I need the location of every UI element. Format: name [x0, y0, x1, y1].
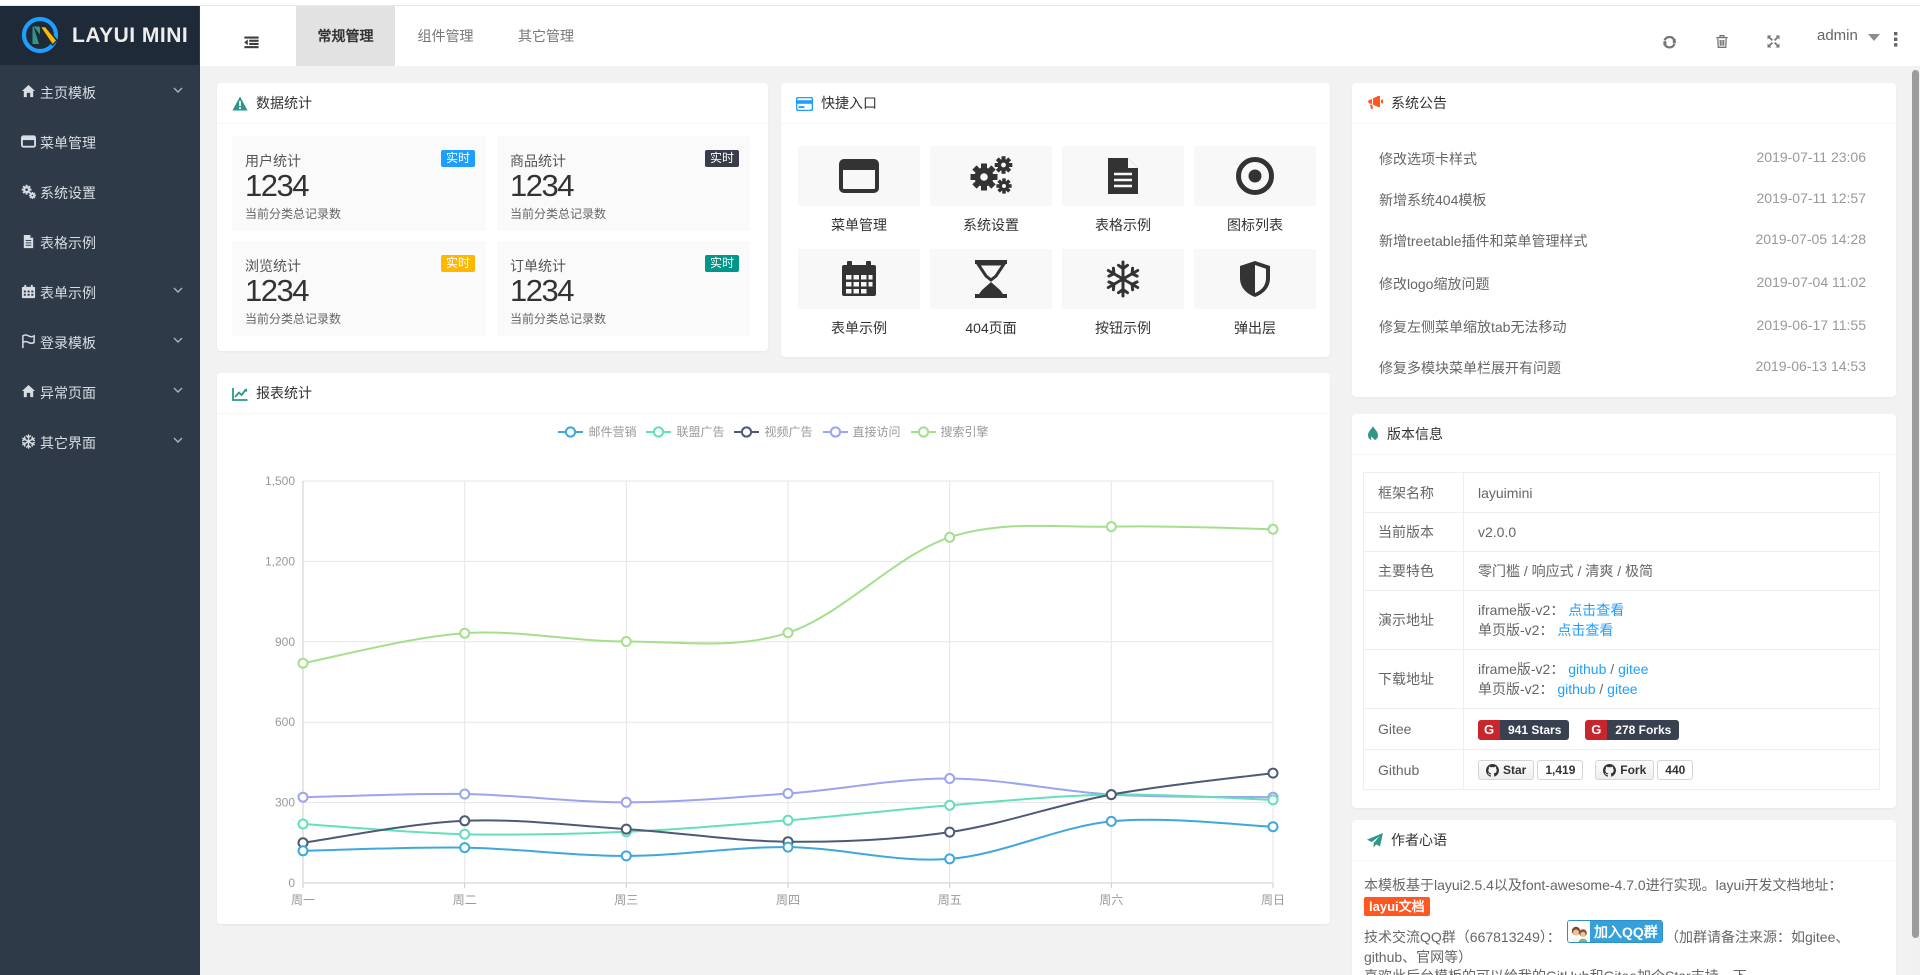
svg-text:0: 0 — [288, 876, 295, 890]
svg-text:900: 900 — [275, 635, 295, 649]
svg-text:周六: 周六 — [1099, 893, 1123, 907]
svg-text:周五: 周五 — [938, 893, 962, 907]
svg-text:1,200: 1,200 — [265, 554, 295, 568]
svg-text:周一: 周一 — [291, 893, 315, 907]
svg-text:周二: 周二 — [453, 893, 477, 907]
svg-text:周三: 周三 — [614, 893, 638, 907]
svg-text:1,500: 1,500 — [265, 474, 295, 488]
svg-text:周四: 周四 — [776, 893, 800, 907]
svg-text:周日: 周日 — [1261, 893, 1285, 907]
svg-text:600: 600 — [275, 715, 295, 729]
svg-text:300: 300 — [275, 796, 295, 810]
